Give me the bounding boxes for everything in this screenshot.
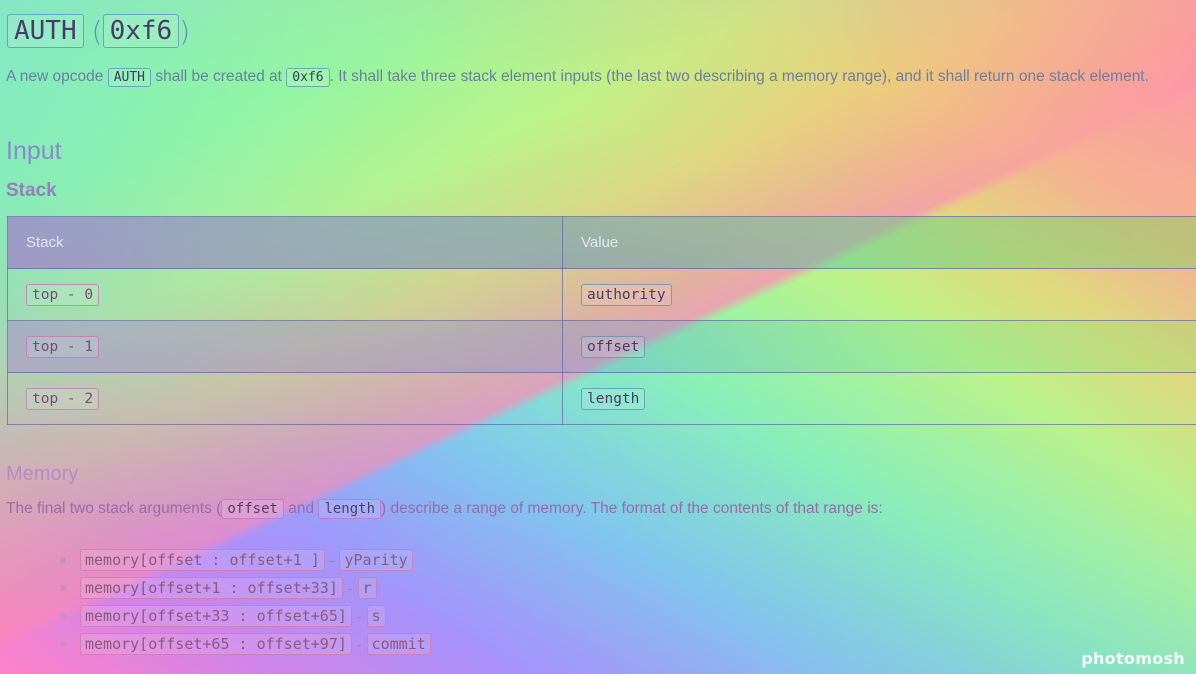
intro-text: A new opcode: [6, 68, 108, 85]
bullet-icon: ■: [60, 554, 67, 566]
memory-heading: Memory: [6, 463, 79, 485]
intro-text: shall be created at: [151, 68, 287, 85]
stack-position: top - 0: [26, 284, 100, 306]
list-item: ■ memory[offset+33 : offset+65] - s: [60, 602, 431, 630]
bullet-icon: ■: [60, 582, 67, 594]
memory-field: yParity: [339, 549, 413, 571]
inline-code-offset: offset: [221, 499, 284, 519]
memory-field: commit: [366, 633, 431, 655]
value-cell: length: [562, 372, 1196, 425]
bullet-icon: ■: [60, 610, 67, 622]
stack-position: top - 1: [26, 336, 100, 358]
table-header-row: Stack Value: [7, 216, 1196, 269]
memory-desc-text: The final two stack arguments (: [6, 500, 222, 517]
input-heading: Input: [6, 137, 62, 165]
inline-code-auth: AUTH: [107, 68, 152, 87]
stack-cell: top - 1: [7, 320, 563, 373]
stack-cell: top - 2: [7, 372, 563, 425]
stack-value: offset: [581, 336, 646, 358]
title-open-paren: (: [91, 14, 103, 48]
memory-description: The final two stack arguments (offset an…: [6, 499, 883, 519]
memory-desc-text: and: [283, 500, 319, 517]
list-item: ■ memory[offset : offset+1 ] - yParity: [60, 546, 431, 574]
table-row: top - 1 offset: [7, 320, 1196, 373]
memory-field: r: [357, 577, 377, 599]
separator: -: [356, 636, 362, 652]
column-header-value: Value: [562, 216, 1196, 269]
separator: -: [356, 608, 362, 624]
inline-code-length: length: [318, 499, 382, 519]
list-item: ■ memory[offset+1 : offset+33] - r: [60, 574, 431, 602]
list-item: ■ memory[offset+65 : offset+97] - commit: [60, 630, 431, 658]
memory-range: memory[offset+65 : offset+97]: [80, 633, 352, 655]
memory-range: memory[offset : offset+1 ]: [80, 549, 325, 571]
page-title: AUTH ( 0xf6 ): [7, 14, 190, 48]
title-opcode-name: AUTH: [7, 14, 84, 48]
stack-table: Stack Value top - 0 authority top - 1 of…: [7, 216, 1196, 425]
stack-position: top - 2: [26, 388, 100, 410]
separator: -: [329, 552, 335, 568]
table-row: top - 0 authority: [7, 268, 1196, 321]
title-close-paren: ): [179, 14, 191, 48]
stack-cell: top - 0: [7, 268, 563, 321]
value-cell: offset: [562, 320, 1196, 373]
memory-desc-text: ) describe a range of memory. The format…: [381, 500, 883, 517]
memory-layout-list: ■ memory[offset : offset+1 ] - yParity ■…: [60, 546, 431, 658]
column-header-stack: Stack: [7, 216, 563, 269]
inline-code-hex: 0xf6: [286, 68, 330, 87]
title-opcode-hex: 0xf6: [102, 14, 180, 48]
memory-field: s: [366, 605, 386, 627]
stack-subheading: Stack: [6, 180, 57, 201]
memory-range: memory[offset+1 : offset+33]: [80, 577, 343, 599]
value-cell: authority: [562, 268, 1196, 321]
intro-text: . It shall take three stack element inpu…: [329, 68, 1149, 85]
bullet-icon: ■: [60, 638, 67, 650]
stack-value: authority: [581, 284, 672, 306]
separator: -: [347, 580, 353, 596]
memory-range: memory[offset+33 : offset+65]: [80, 605, 352, 627]
photomosh-watermark: photomosh: [1081, 649, 1185, 668]
intro-paragraph: A new opcode AUTH shall be created at 0x…: [6, 63, 1196, 91]
table-row: top - 2 length: [7, 372, 1196, 425]
stack-value: length: [581, 388, 646, 410]
